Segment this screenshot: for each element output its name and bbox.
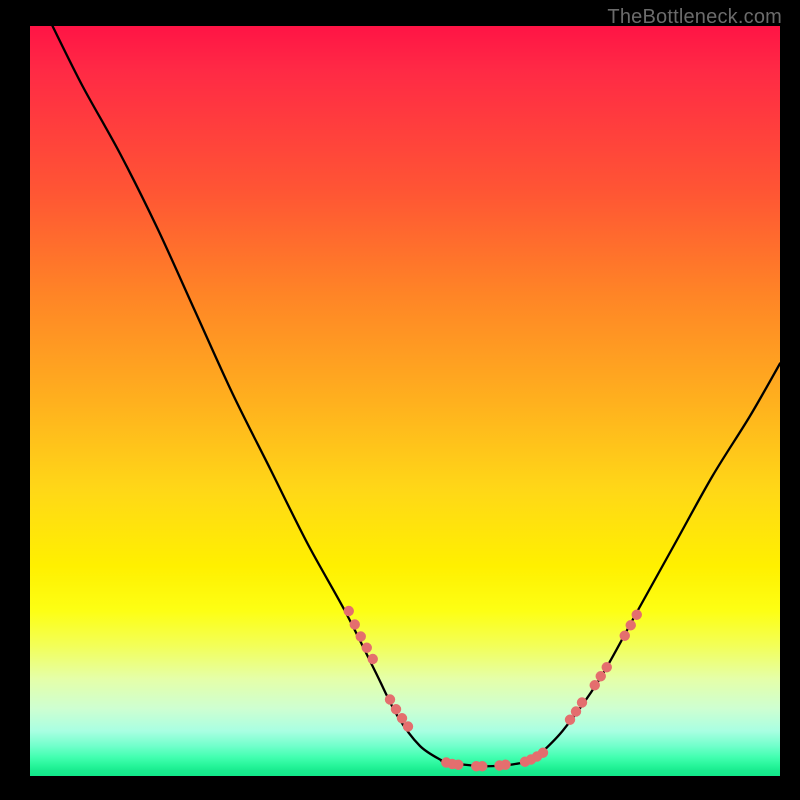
curve-marker: [500, 760, 510, 770]
curve-markers: [344, 606, 642, 772]
curve-marker: [362, 643, 372, 653]
curve-marker: [391, 704, 401, 714]
curve-marker: [626, 620, 636, 630]
curve-marker: [577, 697, 587, 707]
curve-marker: [632, 610, 642, 620]
curve-marker: [356, 631, 366, 641]
curve-marker: [571, 706, 581, 716]
curve-marker: [602, 662, 612, 672]
curve-marker: [403, 721, 413, 731]
curve-marker: [453, 760, 463, 770]
curve-marker: [385, 694, 395, 704]
curve-marker: [477, 761, 487, 771]
curve-marker: [596, 671, 606, 681]
chart-container: TheBottleneck.com: [0, 0, 800, 800]
curve-marker: [620, 631, 630, 641]
curve-layer: [30, 26, 780, 776]
bottleneck-curve-path: [53, 26, 781, 766]
curve-marker: [344, 606, 354, 616]
curve-marker: [368, 654, 378, 664]
bottleneck-curve: [53, 26, 781, 766]
curve-marker: [350, 619, 360, 629]
curve-marker: [538, 748, 548, 758]
curve-marker: [590, 680, 600, 690]
plot-area: [30, 26, 780, 776]
